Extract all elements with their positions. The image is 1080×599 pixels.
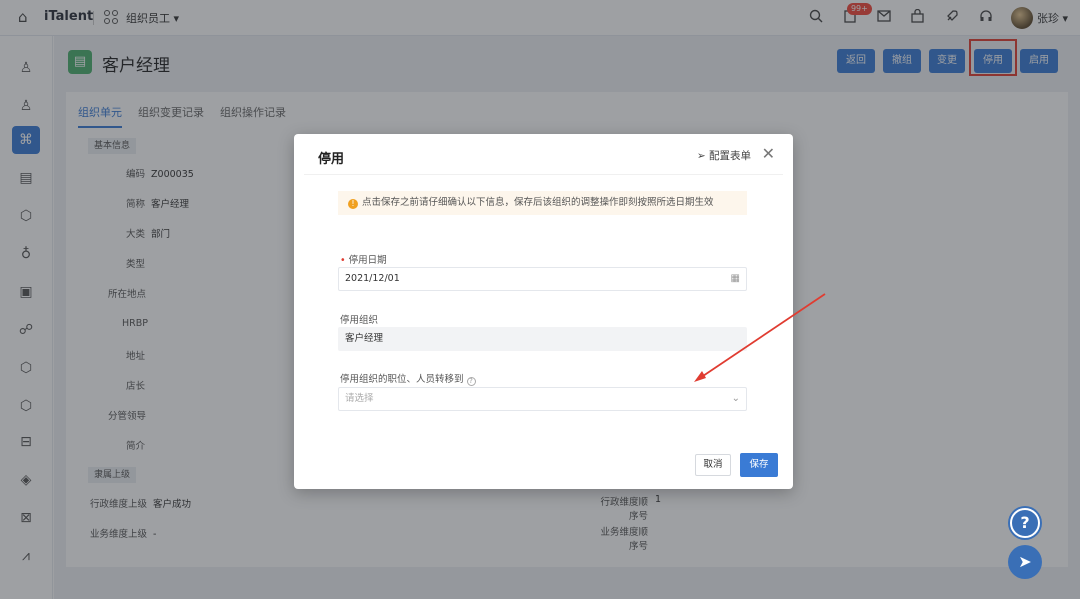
help-float-button[interactable]: ? (1008, 506, 1042, 540)
annotation-arrow (694, 293, 826, 382)
send-float-button[interactable]: ➤ (1008, 545, 1042, 579)
